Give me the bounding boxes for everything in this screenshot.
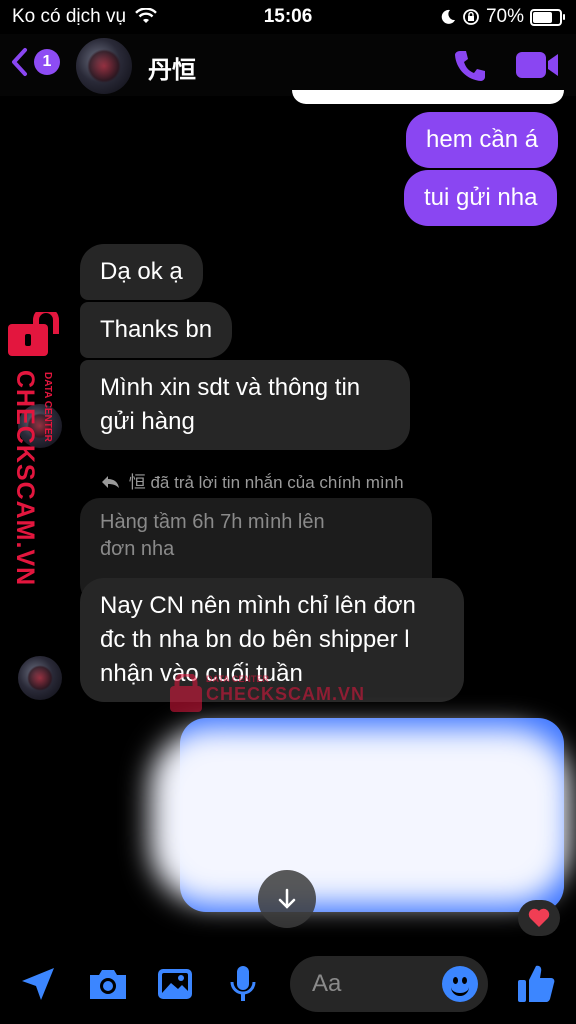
battery-icon [530, 8, 565, 26]
lock-icon [170, 674, 202, 712]
scroll-down-button[interactable] [258, 870, 316, 928]
reply-icon [102, 476, 119, 488]
reply-context-label: 恒 đã trả lời tin nhắn của chính mình [100, 468, 404, 493]
image-icon[interactable] [156, 966, 194, 1002]
camera-icon[interactable] [86, 966, 130, 1002]
sender-avatar[interactable] [18, 656, 62, 700]
watermark-brand: CHECKSCAM.VN [11, 370, 39, 587]
location-arrow-icon[interactable] [18, 964, 58, 1004]
moon-icon [441, 9, 455, 24]
message-input-placeholder: Aa [312, 970, 342, 997]
unread-badge: 1 [34, 49, 60, 75]
chat-header: 1 丹恒 [0, 34, 576, 96]
orientation-lock-icon [463, 9, 479, 25]
thumbs-up-icon[interactable] [516, 962, 556, 1004]
status-bar: Ko có dịch vụ 15:06 70% [0, 0, 576, 34]
previous-message-edge [292, 90, 564, 104]
status-right: 70% [440, 6, 565, 28]
emoji-icon[interactable] [442, 966, 478, 1002]
lock-icon [8, 307, 59, 356]
back-button[interactable]: 1 [10, 46, 60, 78]
message-out[interactable]: tui gửi nha [404, 170, 558, 226]
message-in[interactable]: Thanks bn [80, 302, 233, 358]
reaction-badge[interactable] [518, 900, 560, 936]
contact-name[interactable]: 丹恒 [148, 50, 196, 85]
video-camera-icon[interactable] [514, 50, 560, 80]
microphone-icon[interactable] [228, 964, 258, 1004]
message-in[interactable]: Mình xin sdt và thông tin gửi hàng [80, 360, 410, 450]
message-in[interactable]: Dạ ok ạ [80, 244, 203, 300]
redaction-overlay [150, 728, 570, 904]
phone-icon[interactable] [452, 48, 488, 84]
watermark-center: DATA CENTER CHECKSCAM.VN [170, 674, 365, 712]
watermark-vertical: CHECKSCAM.VN DATA CENTER [8, 307, 64, 586]
avatar[interactable] [76, 38, 132, 94]
back-chevron-icon [12, 48, 27, 76]
watermark-subtitle: DATA CENTER [42, 372, 53, 442]
heart-icon [528, 908, 550, 927]
arrow-down-icon [278, 888, 296, 909]
battery-percent: 70% [485, 6, 524, 27]
message-out[interactable]: hem cần á [406, 112, 559, 168]
message-input[interactable]: Aa [290, 956, 488, 1012]
